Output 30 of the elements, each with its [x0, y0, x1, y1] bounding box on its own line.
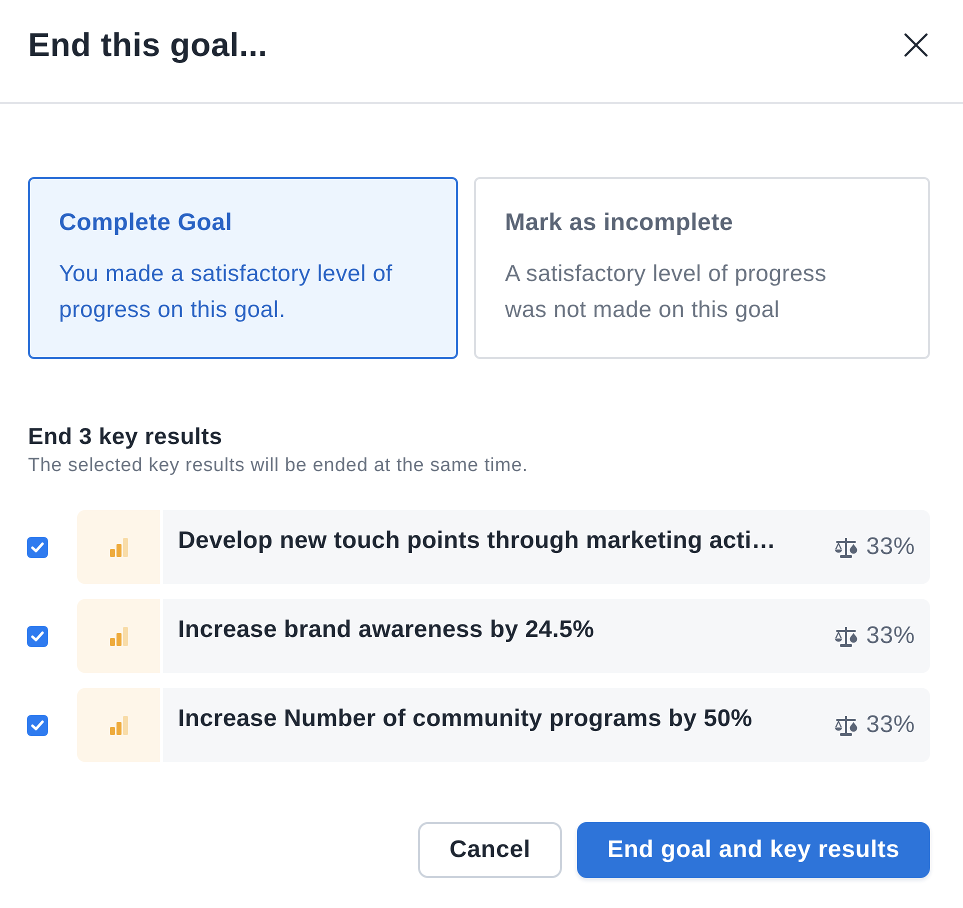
option-card[interactable]: Mark as incomplete A satisfactory level of progress was not made on this goal [474, 177, 930, 359]
option-description: You made a satisfactory level of progress on this goal. [59, 259, 394, 324]
key-result-title: Increase brand awareness by 24.5% [178, 616, 594, 644]
key-result-title: Develop new touch points through marketing acti… [178, 527, 776, 555]
scale-icon [834, 714, 858, 736]
checkbox[interactable] [27, 714, 48, 736]
option-title: Mark as incomplete [505, 209, 734, 237]
option-description: A satisfactory level of progress was not made on this goal [505, 259, 828, 324]
cancel-button[interactable]: Cancel [418, 822, 562, 878]
section-subtitle: The selected key results will be ended at the same time. [28, 455, 530, 477]
bar-chart-icon [110, 716, 128, 734]
scale-icon [834, 626, 858, 646]
key-result-title: Increase Number of community programs by 50% [178, 705, 752, 733]
check-icon [31, 542, 44, 552]
close-icon [904, 33, 928, 57]
bar-chart-icon [110, 626, 128, 646]
checkbox[interactable] [27, 536, 48, 558]
scale-icon [834, 536, 858, 558]
weight-value: 33% [866, 533, 915, 561]
option-title: Complete Goal [59, 209, 234, 237]
weight-value: 33% [866, 711, 915, 739]
check-icon [31, 630, 44, 642]
dialog-title: End this goal... [28, 26, 268, 64]
section-heading: End 3 key results [28, 423, 224, 449]
weight-value: 33% [866, 622, 915, 650]
option-card[interactable]: Complete Goal You made a satisfactory level of progress on this goal. [28, 177, 458, 359]
check-icon [31, 720, 44, 730]
bar-chart-icon [110, 538, 128, 556]
end-goal-button[interactable]: End goal and key results [577, 822, 930, 878]
checkbox[interactable] [27, 626, 48, 646]
